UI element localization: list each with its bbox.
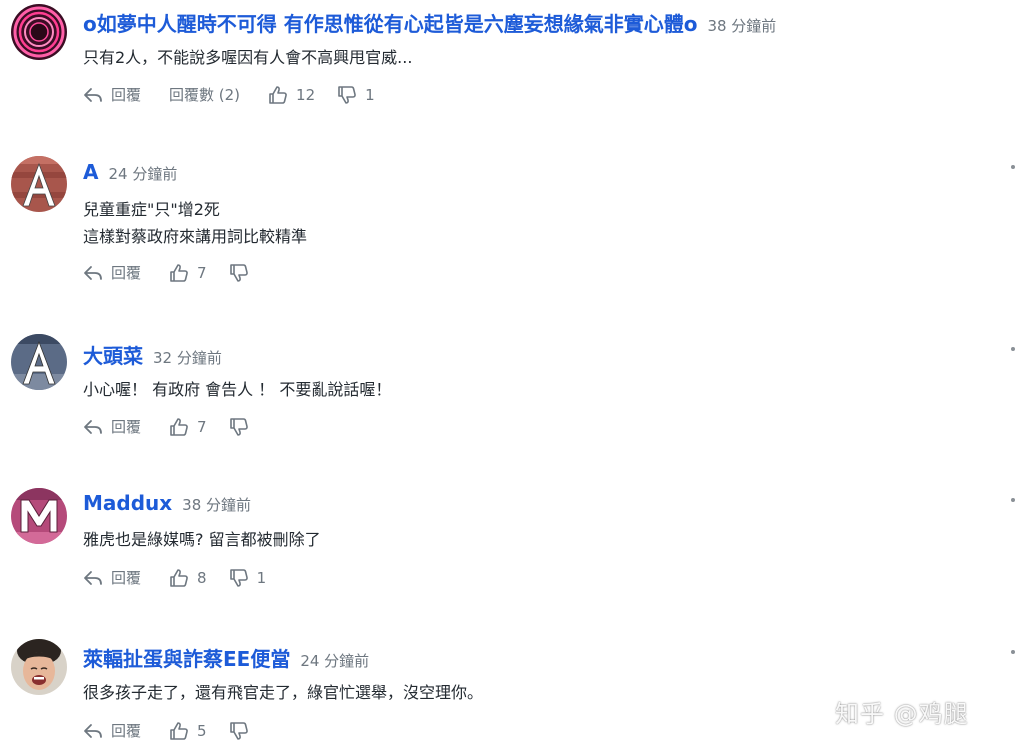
thumbs-up-icon — [170, 568, 188, 587]
dislike-button[interactable]: 1 — [229, 568, 267, 588]
like-count: 7 — [197, 417, 207, 436]
dislike-button[interactable] — [229, 263, 257, 283]
comment-author[interactable]: o如夢中人醒時不可得 有作思惟從有心起皆是六塵妄想緣氣非實心體o — [83, 8, 697, 37]
reply-arrow-icon — [84, 419, 102, 434]
thumbs-down-icon — [229, 417, 248, 436]
comment-text: 雅虎也是綠媒嗎? 留言都被刪除了 — [83, 530, 321, 549]
reply-button[interactable]: 回覆 — [83, 262, 141, 283]
comment-author[interactable]: A — [83, 160, 98, 184]
comment-timestamp: 32 分鐘前 — [153, 349, 222, 367]
comment-text: 兒童重症"只"增2死 這樣對蔡政府來講用詞比較精準 — [83, 200, 308, 246]
person-photo-avatar-icon — [11, 639, 67, 695]
like-button[interactable]: 7 — [169, 417, 207, 437]
comment-text: 很多孩子走了，還有飛官走了，綠官忙選舉，沒空理你。 — [83, 683, 484, 702]
reply-arrow-icon — [84, 723, 102, 738]
like-button[interactable]: 5 — [169, 721, 207, 741]
avatar[interactable] — [11, 334, 67, 390]
like-count: 7 — [197, 263, 207, 282]
reply-arrow-icon — [84, 265, 102, 280]
like-button[interactable]: 12 — [268, 85, 315, 105]
thumbs-up-icon — [170, 263, 188, 282]
watermark-text: 知乎 @鸡腿 — [835, 700, 969, 728]
neon-rings-avatar-icon — [11, 4, 67, 60]
comment-timestamp: 24 分鐘前 — [108, 165, 178, 183]
letter-m-avatar-icon — [11, 488, 67, 544]
thumbs-down-icon — [229, 263, 248, 282]
comment-text: 小心喔！ 有政府 會告人 ！ 不要亂說話喔！ — [83, 380, 392, 399]
replies-count-label: 回覆數 (2) — [169, 86, 241, 104]
like-count: 8 — [197, 568, 207, 587]
reply-button[interactable]: 回覆 — [83, 567, 141, 588]
reply-arrow-icon — [84, 570, 102, 585]
letter-a-avatar-icon — [11, 334, 67, 390]
dislike-count: 1 — [365, 85, 375, 104]
dislike-button[interactable]: 1 — [337, 85, 375, 105]
reply-label: 回覆 — [111, 264, 142, 282]
dislike-button[interactable] — [229, 417, 257, 437]
comment-author[interactable]: 大頭菜 — [83, 340, 143, 369]
comment-author[interactable]: Maddux — [83, 491, 172, 515]
thumbs-up-icon — [170, 417, 188, 436]
letter-a-avatar-icon — [11, 156, 67, 212]
thumbs-down-icon — [338, 85, 356, 104]
reply-label: 回覆 — [111, 569, 142, 587]
dislike-count: 1 — [256, 568, 267, 587]
reply-label: 回覆 — [111, 722, 142, 740]
like-button[interactable]: 8 — [169, 568, 207, 588]
reply-label: 回覆 — [111, 418, 142, 436]
thumbs-down-icon — [229, 568, 248, 587]
avatar[interactable] — [11, 488, 67, 544]
reply-button[interactable]: 回覆 — [83, 416, 141, 437]
like-count: 5 — [197, 721, 207, 740]
more-options-dot[interactable] — [1011, 347, 1015, 351]
avatar[interactable] — [11, 4, 67, 60]
thumbs-up-icon — [269, 85, 287, 104]
comment-timestamp: 38 分鐘前 — [707, 17, 777, 35]
comment-timestamp: 38 分鐘前 — [182, 496, 252, 514]
comment-text: 只有2人，不能說多喔因有人會不高興甩官威... — [83, 48, 413, 67]
comment-author[interactable]: 萊輻扯蛋與詐蔡EE便當 — [83, 643, 290, 672]
view-replies-button[interactable]: 回覆數 (2) — [169, 84, 240, 105]
like-button[interactable]: 7 — [169, 263, 207, 283]
like-count: 12 — [296, 85, 316, 104]
avatar[interactable] — [11, 639, 67, 695]
thumbs-down-icon — [229, 721, 248, 740]
reply-button[interactable]: 回覆 — [83, 84, 141, 105]
avatar[interactable] — [11, 156, 67, 212]
thumbs-up-icon — [170, 721, 188, 740]
more-options-dot[interactable] — [1011, 498, 1015, 502]
reply-arrow-icon — [84, 87, 102, 102]
reply-button[interactable]: 回覆 — [83, 720, 141, 741]
dislike-button[interactable] — [229, 721, 257, 741]
reply-label: 回覆 — [111, 86, 142, 104]
more-options-dot[interactable] — [1011, 165, 1015, 169]
comment-timestamp: 24 分鐘前 — [300, 652, 370, 670]
more-options-dot[interactable] — [1011, 650, 1015, 654]
